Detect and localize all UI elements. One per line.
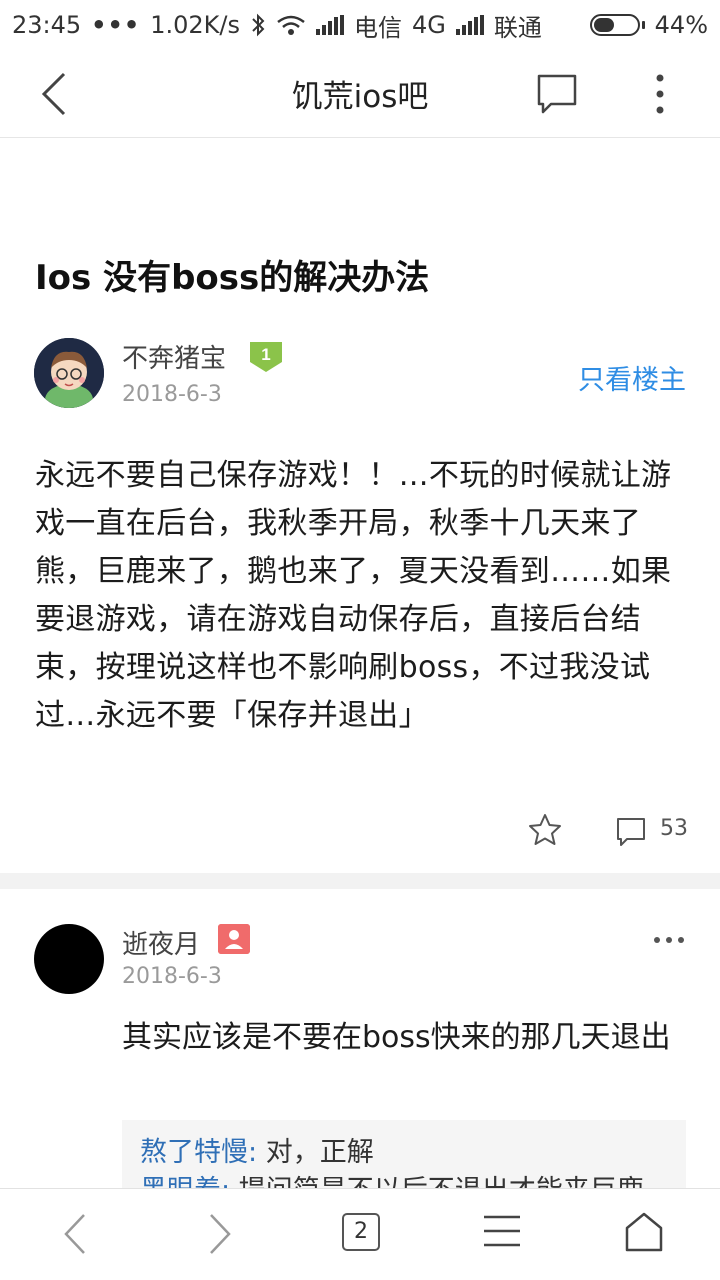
- reply-avatar[interactable]: [34, 924, 104, 994]
- carrier-2: 联通: [493, 13, 542, 42]
- carrier-1: 电信: [353, 13, 402, 42]
- sub-replies[interactable]: 熬了特慢: 对，正解 黑眼着: 提问简是不以后不退出才能来巨鹿: [122, 1120, 686, 1190]
- comment-icon[interactable]: [535, 72, 579, 116]
- post-date: 2018-6-3: [122, 382, 222, 407]
- comment-icon[interactable]: [615, 816, 647, 848]
- level-badge-icon: 1: [250, 342, 282, 372]
- network-type: 4G: [411, 11, 446, 39]
- battery-percent: 44%: [654, 11, 708, 39]
- user-badge-icon: [218, 924, 250, 954]
- star-icon[interactable]: [527, 812, 563, 848]
- author-name[interactable]: 不奔猪宝: [122, 338, 226, 375]
- status-dots: •••: [91, 11, 141, 39]
- bluetooth-icon: [252, 13, 265, 37]
- only-op-button[interactable]: 只看楼主: [578, 358, 686, 397]
- avatar-image: [34, 338, 104, 408]
- level-number: 1: [261, 345, 270, 364]
- section-divider: [0, 873, 720, 889]
- comment-count: 53: [660, 816, 688, 841]
- avatar[interactable]: [34, 338, 104, 408]
- sub-reply-user[interactable]: 熬了特慢:: [140, 1137, 257, 1168]
- sub-reply-text: 对，正解: [257, 1137, 374, 1168]
- signal-icon: [315, 15, 344, 35]
- home-icon[interactable]: [624, 1211, 664, 1253]
- page-title: 饥荒ios吧: [291, 79, 429, 115]
- signal-icon-2: [455, 15, 484, 35]
- more-vertical-icon[interactable]: [645, 70, 675, 118]
- status-bar: 23:45 ••• 1.02K/s 电信 4G 联通 44%: [0, 0, 720, 50]
- post-content: 永远不要自己保存游戏！！…不玩的时候就让游戏一直在后台，我秋季开局，秋季十几天来…: [35, 458, 672, 733]
- status-right: 44%: [589, 11, 708, 39]
- status-time: 23:45: [12, 11, 82, 39]
- forward-icon[interactable]: [203, 1211, 235, 1257]
- back-icon[interactable]: [60, 1211, 92, 1257]
- reply-content: 其实应该是不要在boss快来的那几天退出: [122, 1020, 671, 1055]
- post-title: Ios 没有boss的解决办法: [35, 258, 430, 298]
- battery-icon: [589, 14, 645, 36]
- status-left: 23:45 ••• 1.02K/s 电信 4G 联通: [12, 8, 542, 43]
- tabs-button[interactable]: 2: [342, 1213, 380, 1251]
- wifi-icon: [277, 15, 305, 35]
- nav-bar: 饥荒ios吧: [0, 50, 720, 138]
- menu-icon[interactable]: [482, 1211, 522, 1251]
- bottom-toolbar: 2: [0, 1188, 720, 1280]
- reply-author[interactable]: 逝夜月: [122, 924, 200, 961]
- more-horizontal-icon[interactable]: [652, 930, 686, 950]
- back-arrow-icon[interactable]: [30, 70, 80, 118]
- sub-reply: 熬了特慢: 对，正解: [140, 1134, 668, 1172]
- post-actions: 53: [0, 812, 720, 852]
- reply-date: 2018-6-3: [122, 964, 222, 989]
- network-speed: 1.02K/s: [150, 11, 240, 39]
